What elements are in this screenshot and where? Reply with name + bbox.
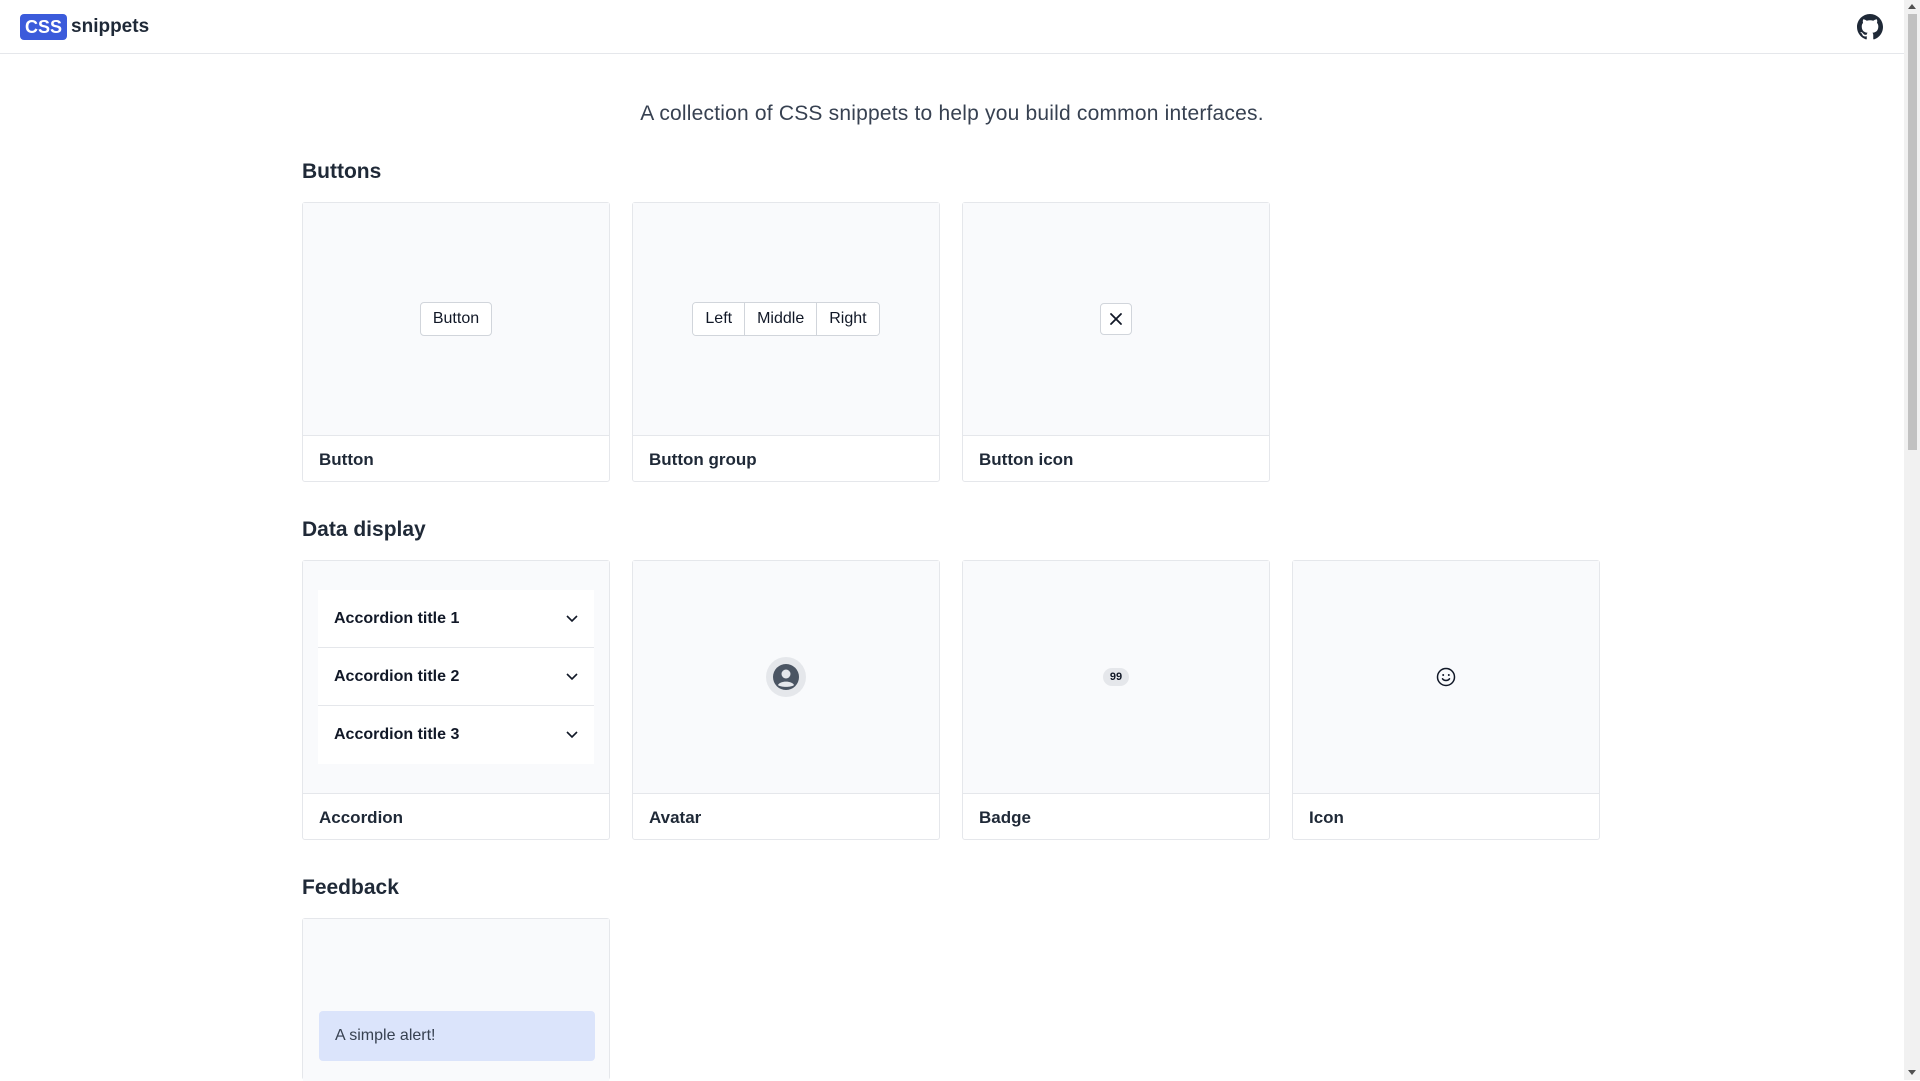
card-label: Icon bbox=[1309, 808, 1344, 827]
top-header: CSS snippets bbox=[0, 0, 1904, 54]
intro-text: A collection of CSS snippets to help you… bbox=[640, 102, 1264, 125]
user-icon bbox=[773, 664, 799, 690]
demo-close-button[interactable] bbox=[1100, 303, 1132, 335]
accordion-title: Accordion title 2 bbox=[334, 667, 460, 685]
card-preview: Accordion title 1 Accordion title 2 Acco… bbox=[303, 561, 609, 794]
card-badge[interactable]: 99 Badge bbox=[962, 560, 1270, 840]
avatar bbox=[766, 657, 806, 697]
button-middle[interactable]: Middle bbox=[745, 303, 818, 335]
card-label: Button bbox=[319, 450, 374, 469]
github-icon-svg bbox=[1857, 14, 1883, 40]
smiley-icon bbox=[1436, 667, 1456, 687]
close-icon bbox=[1110, 313, 1122, 325]
card-preview: Button bbox=[303, 203, 609, 436]
accordion-item[interactable]: Accordion title 2 bbox=[318, 648, 594, 706]
card-label: Badge bbox=[979, 808, 1031, 827]
card-label: Avatar bbox=[649, 808, 702, 827]
card-preview: 99 bbox=[963, 561, 1269, 794]
button-right[interactable]: Right bbox=[817, 303, 879, 335]
scroll-thumb[interactable] bbox=[1908, 14, 1917, 450]
scroll-down-arrow-icon[interactable] bbox=[1908, 1070, 1916, 1075]
accordion-item[interactable]: Accordion title 3 bbox=[318, 706, 594, 764]
card-button-icon[interactable]: Button icon bbox=[962, 202, 1270, 482]
logo-text: snippets bbox=[71, 16, 150, 37]
card-accordion[interactable]: Accordion title 1 Accordion title 2 Acco… bbox=[302, 560, 610, 840]
page-scrollbar[interactable] bbox=[1904, 0, 1920, 1080]
chevron-down-icon bbox=[566, 672, 578, 680]
card-preview bbox=[963, 203, 1269, 436]
section-title-feedback: Feedback bbox=[302, 876, 399, 899]
site-logo[interactable]: CSS snippets bbox=[20, 14, 149, 40]
demo-button-group: Left Middle Right bbox=[692, 302, 880, 336]
card-label: Accordion bbox=[319, 808, 404, 827]
accordion-title: Accordion title 3 bbox=[334, 726, 460, 743]
demo-alert: A simple alert! bbox=[319, 1011, 595, 1061]
card-preview: Left Middle Right bbox=[633, 203, 939, 436]
accordion-title: Accordion title 1 bbox=[334, 609, 460, 627]
github-icon[interactable] bbox=[1857, 14, 1883, 40]
card-button-group[interactable]: Left Middle Right Button group bbox=[632, 202, 940, 482]
scroll-up-arrow-icon[interactable] bbox=[1908, 4, 1916, 9]
card-preview bbox=[633, 561, 939, 794]
section-title-data-display: Data display bbox=[302, 518, 426, 541]
demo-accordion: Accordion title 1 Accordion title 2 Acco… bbox=[318, 590, 594, 764]
card-icon[interactable]: Icon bbox=[1292, 560, 1600, 840]
section-title-buttons: Buttons bbox=[302, 160, 382, 183]
chevron-down-icon bbox=[566, 731, 578, 739]
card-label: Button icon bbox=[979, 450, 1074, 469]
card-preview bbox=[1293, 561, 1599, 794]
accordion-item[interactable]: Accordion title 1 bbox=[318, 590, 594, 648]
card-preview: A simple alert! bbox=[303, 919, 609, 1081]
chevron-down-icon bbox=[566, 614, 578, 622]
demo-badge: 99 bbox=[1102, 668, 1130, 686]
card-button[interactable]: Button Button bbox=[302, 202, 610, 482]
card-alert[interactable]: A simple alert! bbox=[302, 918, 610, 1081]
card-label: Button group bbox=[649, 450, 757, 469]
button-left[interactable]: Left bbox=[693, 303, 746, 335]
demo-button[interactable]: Button bbox=[419, 302, 493, 336]
card-avatar[interactable]: Avatar bbox=[632, 560, 940, 840]
logo-badge: CSS bbox=[20, 14, 68, 40]
